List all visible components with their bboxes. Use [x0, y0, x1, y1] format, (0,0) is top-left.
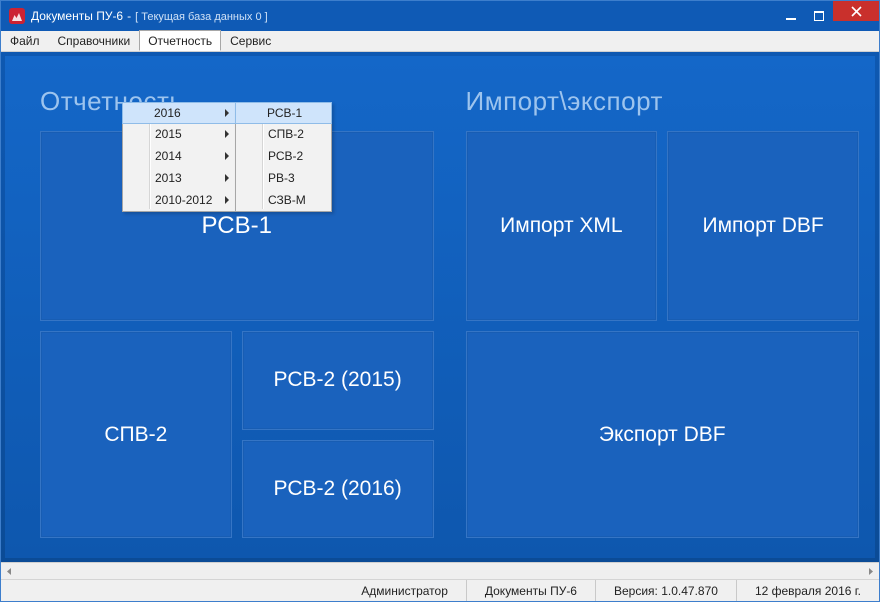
- dropdown-item-2016[interactable]: 2016: [122, 102, 236, 124]
- right-section-title: Импорт\экспорт: [466, 86, 860, 117]
- title-wrap: Документы ПУ-6 - [ Текущая база данных 0…: [31, 9, 777, 23]
- client-area: Отчетность РСВ-1 СПВ-2 РСВ-2 (2015) РСВ-…: [1, 52, 879, 562]
- dropdown-item-label: 2015: [155, 127, 182, 141]
- dropdown-item-rv3[interactable]: РВ-3: [236, 167, 331, 189]
- title-separator: -: [127, 9, 131, 23]
- dropdown-item-label: 2016: [154, 106, 181, 120]
- scroll-left-button[interactable]: [1, 563, 18, 579]
- status-date: 12 февраля 2016 г.: [736, 580, 879, 601]
- tile-rsv2-2016[interactable]: РСВ-2 (2016): [242, 440, 434, 539]
- menu-file[interactable]: Файл: [1, 31, 49, 51]
- menu-service[interactable]: Сервис: [221, 31, 280, 51]
- dropdown-item-szvm[interactable]: СЗВ-М: [236, 189, 331, 211]
- dropdown-item-label: РСВ-1: [267, 106, 302, 120]
- window-controls: [777, 1, 879, 31]
- submenu-arrow-icon: [225, 174, 229, 182]
- minimize-button[interactable]: [777, 1, 805, 31]
- right-tiles: Импорт XML Импорт DBF Экспорт DBF: [466, 131, 860, 538]
- dropdown-item-2013[interactable]: 2013: [123, 167, 235, 189]
- submenu-arrow-icon: [225, 109, 229, 117]
- horizontal-scrollbar[interactable]: [1, 562, 879, 579]
- tile-import-xml[interactable]: Импорт XML: [466, 131, 658, 321]
- close-button[interactable]: [833, 1, 879, 21]
- statusbar: Администратор Документы ПУ-6 Версия: 1.0…: [1, 579, 879, 601]
- dropdown-item-label: РВ-3: [268, 171, 295, 185]
- app-title: Документы ПУ-6: [31, 9, 123, 23]
- submenu-arrow-icon: [225, 196, 229, 204]
- dropdown-item-label: СПВ-2: [268, 127, 304, 141]
- submenu-arrow-icon: [225, 152, 229, 160]
- status-doc: Документы ПУ-6: [466, 580, 595, 601]
- dropdown-item-rsv1[interactable]: РСВ-1: [235, 102, 332, 124]
- dropdown-item-label: 2010-2012: [155, 193, 212, 207]
- scroll-track[interactable]: [18, 563, 862, 579]
- dropdown-item-rsv2[interactable]: РСВ-2: [236, 145, 331, 167]
- tile-rsv2-2015[interactable]: РСВ-2 (2015): [242, 331, 434, 430]
- title-subtitle: [ Текущая база данных 0 ]: [135, 11, 268, 23]
- dropdown-item-label: РСВ-2: [268, 149, 303, 163]
- right-column: Импорт\экспорт Импорт XML Импорт DBF Экс…: [466, 86, 860, 538]
- dropdown-item-label: СЗВ-М: [268, 193, 306, 207]
- menu-references[interactable]: Справочники: [49, 31, 140, 51]
- dropdown-item-spv2[interactable]: СПВ-2: [236, 123, 331, 145]
- dropdown-item-2010-2012[interactable]: 2010-2012: [123, 189, 235, 211]
- titlebar: Документы ПУ-6 - [ Текущая база данных 0…: [1, 1, 879, 31]
- maximize-button[interactable]: [805, 1, 833, 31]
- tile-export-dbf[interactable]: Экспорт DBF: [466, 331, 860, 538]
- dropdown-item-2015[interactable]: 2015: [123, 123, 235, 145]
- menu-reports[interactable]: Отчетность: [139, 30, 221, 51]
- dropdown-item-label: 2014: [155, 149, 182, 163]
- menubar: Файл Справочники Отчетность Сервис: [1, 31, 879, 52]
- status-user: Администратор: [343, 580, 466, 601]
- dropdown-item-2014[interactable]: 2014: [123, 145, 235, 167]
- app-icon: [9, 8, 25, 24]
- scroll-right-button[interactable]: [862, 563, 879, 579]
- dropdown-years: 2016 2015 2014 2013 2010-2012: [122, 102, 236, 212]
- submenu-arrow-icon: [225, 130, 229, 138]
- status-version: Версия: 1.0.47.870: [595, 580, 736, 601]
- dropdown-forms: РСВ-1 СПВ-2 РСВ-2 РВ-3 СЗВ-М: [235, 102, 332, 212]
- tile-import-dbf[interactable]: Импорт DBF: [667, 131, 859, 321]
- tile-spv2[interactable]: СПВ-2: [40, 331, 232, 538]
- dropdown-item-label: 2013: [155, 171, 182, 185]
